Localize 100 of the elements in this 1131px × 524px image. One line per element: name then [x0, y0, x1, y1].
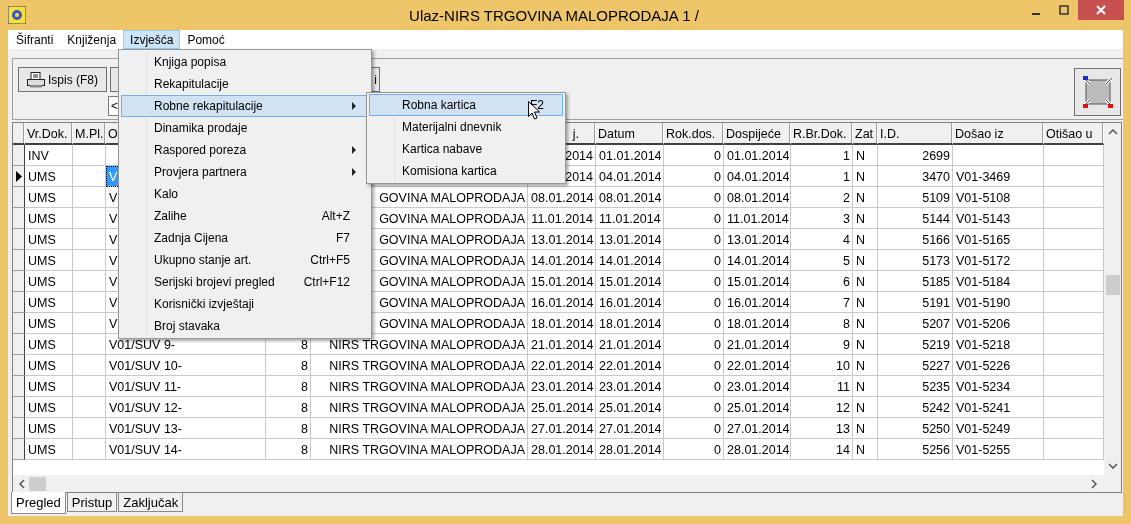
row-indicator[interactable] [13, 187, 25, 208]
close-button[interactable] [1078, 0, 1124, 20]
row-indicator[interactable] [13, 313, 25, 334]
table-cell: 0 [664, 397, 724, 418]
empty-cell [73, 187, 106, 208]
menu-item[interactable]: Robne rekapitulacije [121, 95, 369, 117]
scroll-right-icon[interactable] [1091, 478, 1097, 489]
table-cell: 15.01.2014 [596, 271, 664, 292]
table-cell: 5250 [878, 418, 953, 439]
row-indicator[interactable] [13, 355, 25, 376]
table-cell: 21.01.2014 [528, 334, 596, 355]
table-cell: 0 [664, 376, 724, 397]
table-cell: 15.01.2014 [724, 271, 791, 292]
row-indicator[interactable] [13, 250, 25, 271]
column-header[interactable]: Dospijeće [724, 123, 791, 145]
table-cell: UMS [25, 376, 73, 397]
menu-bar-item[interactable]: Pomoć [180, 30, 232, 49]
menu-item-label: Kartica nabave [402, 142, 483, 156]
table-cell: 0 [664, 355, 724, 376]
table-cell: V01-5241 [953, 397, 1044, 418]
scroll-thumb[interactable] [29, 476, 46, 491]
row-indicator[interactable] [13, 439, 25, 460]
table-cell: 18.01.2014 [528, 313, 596, 334]
menu-item-label: Korisnički izvještaji [154, 297, 255, 311]
table-cell: 5242 [878, 397, 953, 418]
row-indicator[interactable] [13, 418, 25, 439]
row-indicator[interactable] [13, 334, 25, 355]
table-cell: 11.01.2014 [724, 208, 791, 229]
row-indicator[interactable] [13, 166, 25, 187]
table-cell: 11 [791, 376, 853, 397]
print-button[interactable]: Ispis (F8) [18, 67, 107, 92]
menu-item-label: Komisiona kartica [402, 164, 497, 178]
table-cell: 8 [266, 418, 311, 439]
table-cell: V01/SUV 12- [106, 397, 266, 418]
menu-bar-item[interactable]: Knjiženja [60, 30, 124, 49]
table-cell: N [853, 418, 878, 439]
column-header[interactable]: Zat [853, 123, 878, 145]
table-cell: 13 [791, 418, 853, 439]
row-indicator[interactable] [13, 208, 25, 229]
menu-item[interactable]: Dinamika prodaje [121, 117, 369, 139]
table-cell: 0 [664, 145, 724, 166]
table-cell: 14 [791, 439, 853, 460]
column-header[interactable]: Datum [596, 123, 664, 145]
column-header[interactable]: I.D. [878, 123, 953, 145]
scroll-up-icon[interactable] [1107, 129, 1118, 135]
row-indicator[interactable] [13, 271, 25, 292]
table-cell: 8 [266, 376, 311, 397]
menu-item-label: Raspored poreza [154, 143, 247, 157]
row-pointer-icon [15, 170, 22, 182]
table-cell: UMS [25, 397, 73, 418]
table-cell: V01/SUV 10- [106, 355, 266, 376]
row-indicator[interactable] [13, 229, 25, 250]
table-cell: 5185 [878, 271, 953, 292]
table-cell: UMS [25, 229, 73, 250]
scroll-left-icon[interactable] [19, 478, 25, 489]
empty-cell [73, 229, 106, 250]
table-cell: 04.01.2014 [724, 166, 791, 187]
tab[interactable]: Pregled [11, 492, 66, 514]
table-cell: NIRS TRGOVINA MALOPRODAJA [311, 439, 528, 460]
table-cell: N [853, 292, 878, 313]
table-cell: 3 [791, 208, 853, 229]
row-indicator[interactable] [13, 376, 25, 397]
table-cell: V01-5234 [953, 376, 1044, 397]
menu-item-label: Rekapitulacije [154, 77, 229, 91]
table-cell: 5207 [878, 313, 953, 334]
table-cell: 21.01.2014 [724, 334, 791, 355]
tab[interactable]: Pristup [66, 493, 118, 512]
layout-button[interactable] [1074, 68, 1121, 116]
row-indicator[interactable] [13, 292, 25, 313]
tab[interactable]: Zaključak [118, 493, 184, 512]
table-cell: UMS [25, 271, 73, 292]
table-cell: 5219 [878, 334, 953, 355]
menu-item-label: Robna kartica [402, 98, 477, 112]
menu-item[interactable]: Rekapitulacije [121, 73, 369, 95]
column-header[interactable]: Otišao u [1044, 123, 1104, 145]
row-indicator[interactable] [13, 145, 25, 166]
column-header[interactable]: Došao iz [953, 123, 1044, 145]
menu-bar-item[interactable]: Šifranti [9, 30, 61, 49]
menu-item[interactable]: Raspored poreza [121, 139, 369, 161]
table-cell: V01-5143 [953, 208, 1044, 229]
menu-item[interactable]: Materijalni dnevnik [369, 116, 563, 138]
column-header[interactable]: Rok.dos. [664, 123, 724, 145]
column-header[interactable]: R.Br.Dok. [791, 123, 853, 145]
menu-item[interactable]: Knjiga popisa [121, 51, 369, 73]
horizontal-scrollbar[interactable] [13, 475, 1121, 492]
scroll-thumb[interactable] [1105, 275, 1120, 295]
empty-cell [73, 355, 106, 376]
table-cell: 5235 [878, 376, 953, 397]
row-indicator[interactable] [13, 397, 25, 418]
vertical-scrollbar[interactable] [1104, 123, 1121, 475]
table-cell: 0 [664, 439, 724, 460]
table-cell: V01/SUV 13- [106, 418, 266, 439]
table-cell: 5109 [878, 187, 953, 208]
column-header[interactable]: Vr.Dok. [25, 123, 73, 145]
scroll-down-icon[interactable] [1107, 463, 1118, 469]
table-cell: 23.01.2014 [528, 376, 596, 397]
table-cell: 5 [791, 250, 853, 271]
column-header[interactable]: M.Pl. [73, 123, 106, 145]
menu-bar-item[interactable]: Izvješća [123, 30, 181, 49]
table-cell: 11.01.2014 [528, 208, 596, 229]
